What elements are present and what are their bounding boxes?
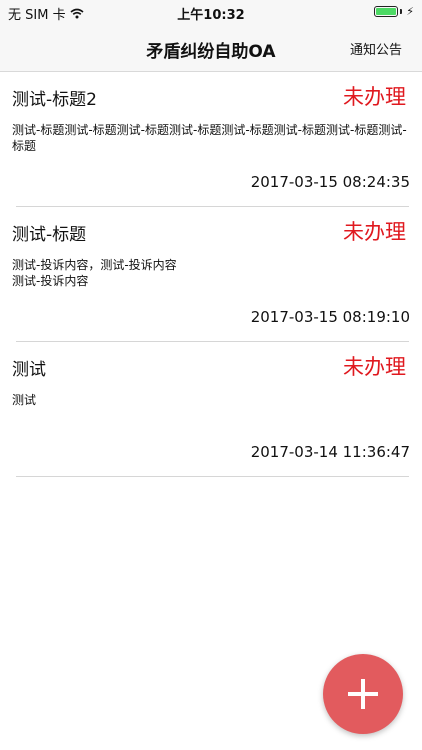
list-item[interactable]: 测试-标题2 未办理 测试-标题测试-标题测试-标题测试-标题测试-标题测试-标…: [0, 72, 422, 207]
complaint-list: 测试-标题2 未办理 测试-标题测试-标题测试-标题测试-标题测试-标题测试-标…: [0, 72, 422, 477]
divider: [16, 476, 409, 477]
item-title: 测试-标题2: [12, 90, 97, 110]
battery-indicator: ⚡: [374, 5, 414, 18]
status-badge: 未办理: [343, 355, 406, 379]
status-badge: 未办理: [343, 220, 406, 244]
item-content: 测试-标题测试-标题测试-标题测试-标题测试-标题测试-标题测试-标题测试-标题: [12, 123, 407, 153]
battery-fill: [376, 8, 397, 15]
item-timestamp: 2017-03-15 08:19:10: [250, 308, 410, 326]
notice-button[interactable]: 通知公告: [350, 39, 402, 58]
status-bar: 无 SIM 卡 上午10:32 ⚡: [0, 0, 422, 24]
battery-cap: [400, 9, 403, 14]
list-item[interactable]: 测试-标题 未办理 测试-投诉内容，测试-投诉内容 测试-投诉内容 2017-0…: [0, 207, 422, 342]
item-title: 测试-标题: [12, 225, 87, 245]
status-badge: 未办理: [343, 85, 406, 109]
item-content: 测试: [12, 393, 37, 407]
item-timestamp: 2017-03-15 08:24:35: [250, 173, 410, 191]
list-item[interactable]: 测试 未办理 测试 2017-03-14 11:36:47: [0, 342, 422, 477]
item-content: 测试-投诉内容，测试-投诉内容 测试-投诉内容: [12, 258, 177, 288]
nav-bar: 矛盾纠纷自助OA 通知公告: [0, 24, 422, 72]
battery-icon: [374, 6, 399, 17]
status-time: 上午10:32: [177, 8, 245, 23]
add-button[interactable]: [323, 654, 403, 734]
item-title: 测试: [12, 360, 46, 380]
charging-icon: ⚡: [406, 5, 414, 18]
item-timestamp: 2017-03-14 11:36:47: [250, 443, 410, 461]
